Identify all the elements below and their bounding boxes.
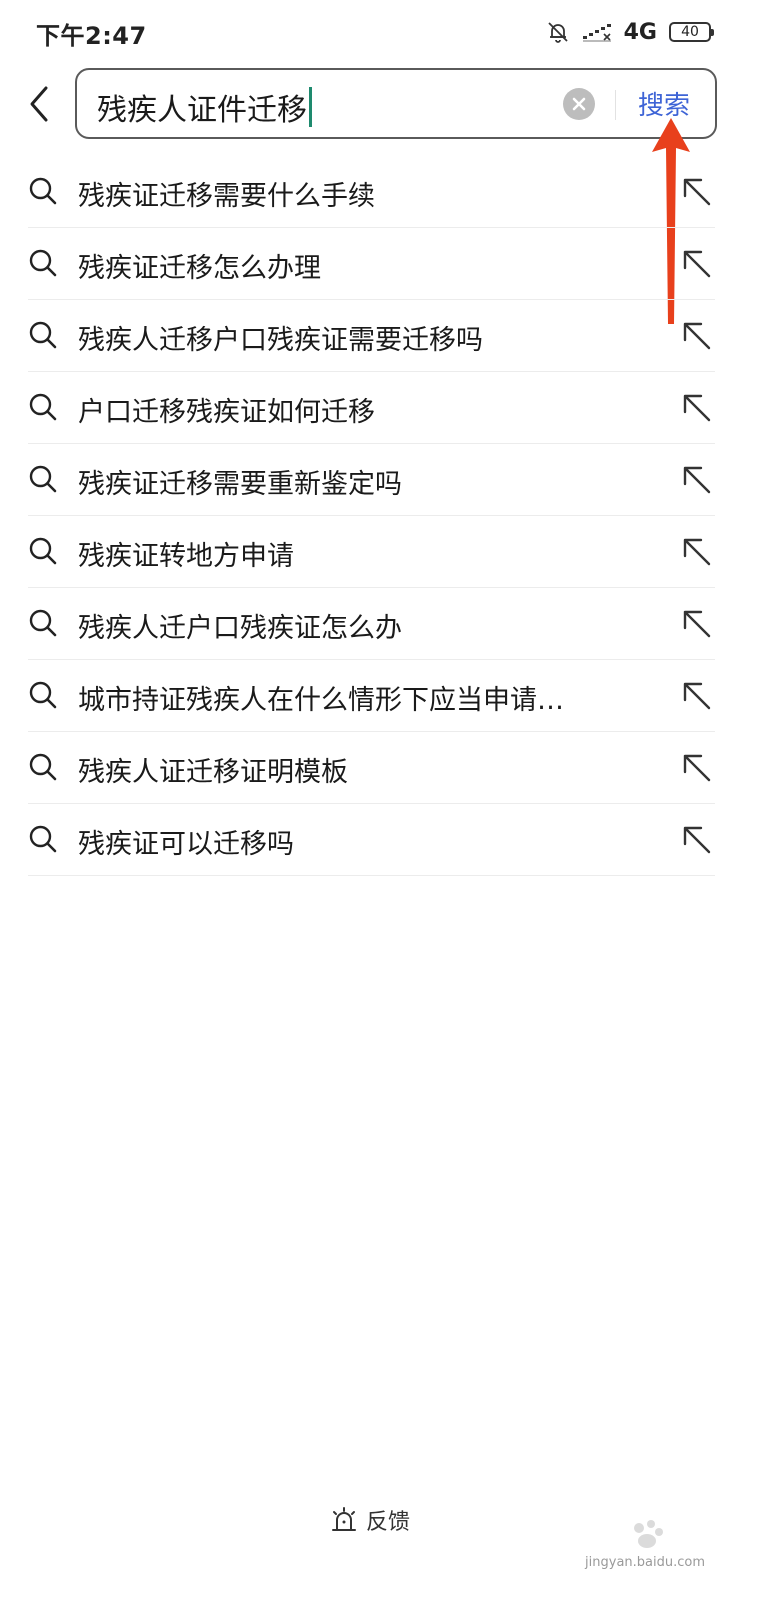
suggestion-text: 残疾证迁移怎么办理 xyxy=(78,253,321,284)
search-icon xyxy=(29,537,57,565)
fill-query-icon[interactable] xyxy=(679,246,713,280)
clear-button[interactable] xyxy=(563,88,595,120)
suggestion-text: 户口迁移残疾证如何迁移 xyxy=(78,397,375,428)
list-item[interactable]: 户口迁移残疾证如何迁移 xyxy=(28,372,715,444)
search-icon xyxy=(29,177,57,205)
list-item[interactable]: 残疾人证迁移证明模板 xyxy=(28,732,715,804)
list-item[interactable]: 残疾人迁移户口残疾证需要迁移吗 xyxy=(28,300,715,372)
list-item[interactable]: 残疾证转地方申请 xyxy=(28,516,715,588)
feedback-label: 反馈 xyxy=(366,1510,411,1535)
feedback-icon xyxy=(332,1507,356,1531)
search-icon xyxy=(29,465,57,493)
chevron-left-icon xyxy=(30,86,48,122)
search-icon xyxy=(29,825,57,853)
suggestion-text: 残疾人迁移户口残疾证需要迁移吗 xyxy=(78,325,483,356)
list-item[interactable]: 残疾证迁移需要重新鉴定吗 xyxy=(28,444,715,516)
battery-level: 40 xyxy=(681,24,699,40)
search-icon xyxy=(29,681,57,709)
fill-query-icon[interactable] xyxy=(679,750,713,784)
fill-query-icon[interactable] xyxy=(679,318,713,352)
search-divider xyxy=(615,90,616,120)
list-item[interactable]: 城市持证残疾人在什么情形下应当申请… xyxy=(28,660,715,732)
list-item[interactable]: 残疾证可以迁移吗 xyxy=(28,804,715,876)
watermark-url: jingyan.baidu.com xyxy=(585,1555,705,1570)
bell-muted-icon xyxy=(547,22,568,43)
suggestion-text: 残疾人迁户口残疾证怎么办 xyxy=(78,613,402,644)
text-caret xyxy=(309,87,312,127)
search-icon xyxy=(29,609,57,637)
suggestion-text: 残疾证转地方申请 xyxy=(78,541,294,572)
status-icons: 4G 40 xyxy=(546,16,714,48)
suggestion-text: 残疾证迁移需要重新鉴定吗 xyxy=(78,469,402,500)
fill-query-icon[interactable] xyxy=(679,462,713,496)
search-button[interactable]: 搜索 xyxy=(638,85,690,122)
list-item[interactable]: 残疾证迁移怎么办理 xyxy=(28,228,715,300)
fill-query-icon[interactable] xyxy=(679,678,713,712)
list-item[interactable]: 残疾证迁移需要什么手续 xyxy=(28,156,715,228)
list-item[interactable]: 残疾人迁户口残疾证怎么办 xyxy=(28,588,715,660)
suggestion-text: 残疾人证迁移证明模板 xyxy=(78,757,348,788)
search-input[interactable]: 残疾人证件迁移 xyxy=(97,85,312,129)
suggestion-text: 城市持证残疾人在什么情形下应当申请… xyxy=(78,685,564,716)
close-icon xyxy=(572,97,586,111)
fill-query-icon[interactable] xyxy=(679,606,713,640)
status-bar: 下午2:47 4G 40 xyxy=(0,0,757,64)
status-time: 下午2:47 xyxy=(36,22,147,50)
search-icon xyxy=(29,249,57,277)
back-button[interactable] xyxy=(22,82,58,126)
feedback-button[interactable]: 反馈 xyxy=(330,1500,410,1540)
fill-query-icon[interactable] xyxy=(679,534,713,568)
fill-query-icon[interactable] xyxy=(679,390,713,424)
suggestion-text: 残疾证可以迁移吗 xyxy=(78,829,294,860)
fill-query-icon[interactable] xyxy=(679,822,713,856)
search-icon xyxy=(29,393,57,421)
network-type: 4G xyxy=(623,19,657,45)
fill-query-icon[interactable] xyxy=(679,174,713,208)
battery-icon: 40 xyxy=(669,22,714,42)
search-box[interactable]: 残疾人证件迁移 搜索 xyxy=(75,68,717,139)
suggestion-text: 残疾证迁移需要什么手续 xyxy=(78,181,375,212)
signal-icon xyxy=(582,24,611,42)
search-icon xyxy=(29,321,57,349)
search-query: 残疾人证件迁移 xyxy=(97,93,307,128)
search-icon xyxy=(29,753,57,781)
